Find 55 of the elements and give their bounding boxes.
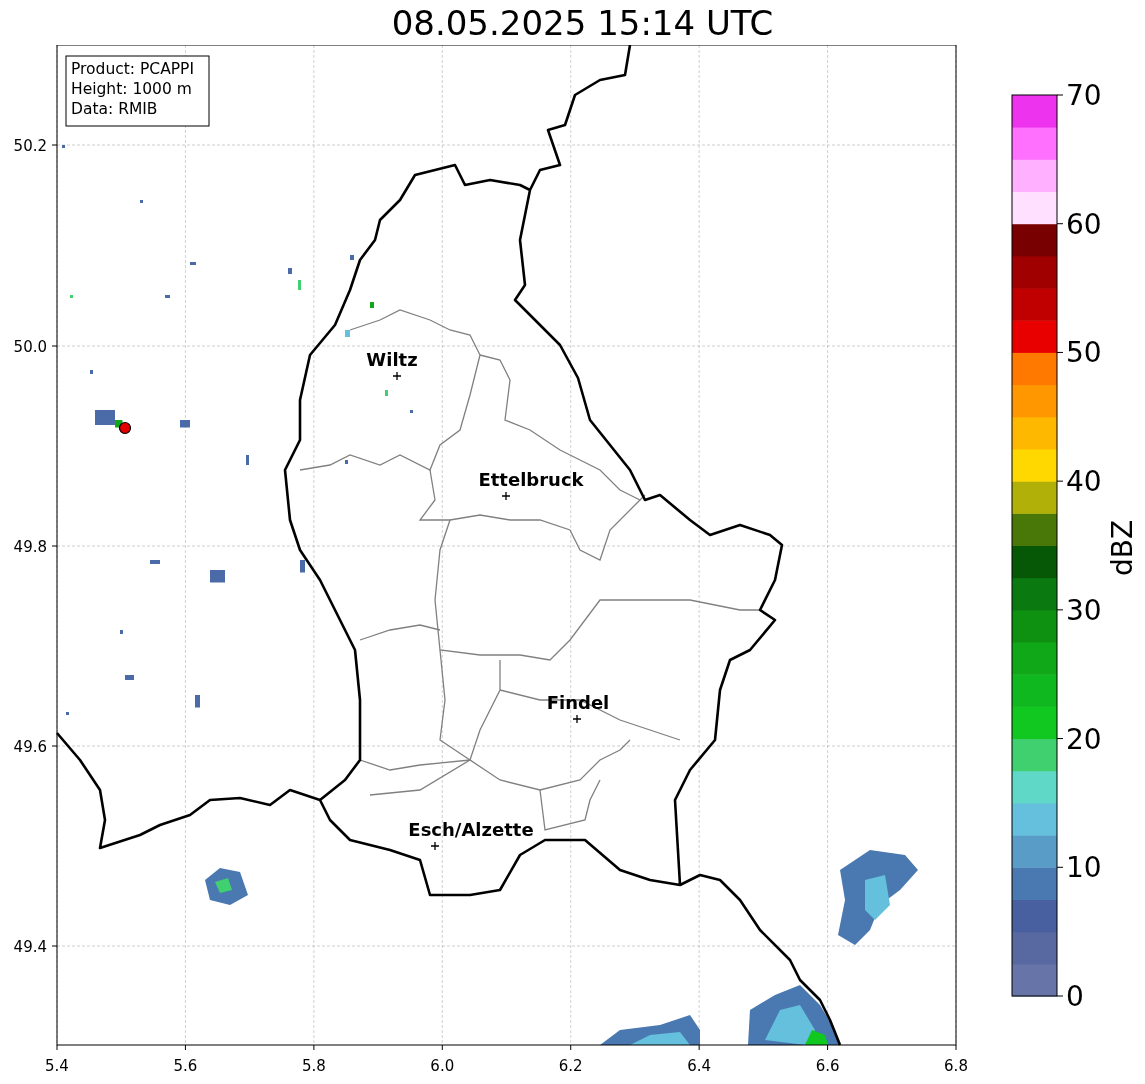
axis-tick-label: 49.4 xyxy=(13,938,47,956)
axis-tick-label: 50.2 xyxy=(13,137,47,155)
axis-tick-label: 5.6 xyxy=(173,1057,198,1075)
axis-tick-label: 6.2 xyxy=(558,1057,583,1075)
axis-tick-label: 6.8 xyxy=(944,1057,968,1075)
radar-echo xyxy=(345,330,350,337)
axis-tick-label: 50.0 xyxy=(13,338,47,356)
radar-echo xyxy=(140,200,143,203)
colorbar-tick-label: 50 xyxy=(1066,336,1102,370)
axis-tick-label: 6.0 xyxy=(430,1057,455,1075)
radar-echo xyxy=(120,630,123,634)
radar-echo xyxy=(300,560,305,573)
colorbar-tick-label: 20 xyxy=(1066,722,1102,756)
colorbar-tick-label: 0 xyxy=(1066,980,1084,1013)
radar-echo xyxy=(90,370,93,374)
city-label: Wiltz xyxy=(366,349,418,370)
radar-echo xyxy=(410,410,413,413)
radar-site-marker xyxy=(118,421,132,435)
radar-echo xyxy=(150,560,160,564)
axis-tick-label: 49.8 xyxy=(13,538,47,556)
colorbar-tick-label: 40 xyxy=(1066,465,1102,499)
city-marker xyxy=(501,491,511,501)
radar-echo xyxy=(195,695,200,708)
colorbar-tick-label: 70 xyxy=(1066,79,1102,112)
city-label: Ettelbruck xyxy=(478,469,584,490)
colorbar-tick-label: 30 xyxy=(1066,593,1102,627)
radar-echo xyxy=(180,420,190,428)
radar-echo xyxy=(350,255,354,260)
city-label: Esch/Alzette xyxy=(408,819,534,840)
radar-echo xyxy=(345,460,348,464)
radar-echo xyxy=(205,868,248,905)
radar-echo xyxy=(385,390,388,396)
radar-echo xyxy=(370,302,374,308)
radar-echo xyxy=(66,712,69,715)
axis-tick-label: 5.8 xyxy=(301,1057,326,1075)
radar-echo xyxy=(210,570,225,583)
radar-echo xyxy=(70,295,73,298)
city-marker xyxy=(572,714,582,724)
colorbar-tick-label: 10 xyxy=(1066,851,1102,885)
colorbar-label: dBZ xyxy=(1106,519,1139,577)
axis-tick-label: 6.4 xyxy=(687,1057,712,1075)
radar-echo xyxy=(165,295,170,298)
axis-tick-label: 5.4 xyxy=(45,1057,69,1075)
city-label: Findel xyxy=(546,692,610,713)
radar-echo xyxy=(62,145,65,148)
axis-tick-label: 6.6 xyxy=(815,1057,840,1075)
axis-tick-label: 49.6 xyxy=(13,738,47,756)
chart-title: 08.05.2025 15:14 UTC xyxy=(391,5,774,40)
colorbar-tick-label: 60 xyxy=(1066,207,1102,241)
info-box: Product: PCAPPI Height: 1000 m Data: RMIB xyxy=(65,55,210,127)
radar-echo xyxy=(125,675,134,680)
radar-echo xyxy=(190,262,196,265)
radar-echo xyxy=(246,455,249,465)
city-marker xyxy=(392,371,402,381)
city-marker xyxy=(430,841,440,851)
